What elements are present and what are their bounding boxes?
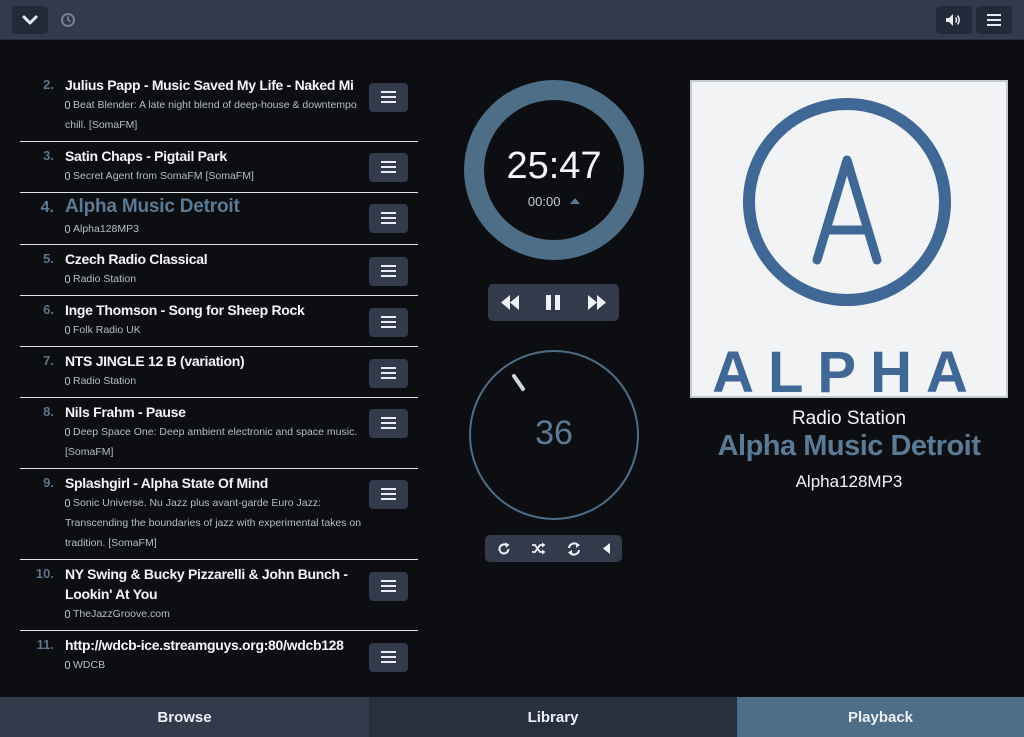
main-menu-button[interactable] xyxy=(976,6,1012,34)
microphone-icon xyxy=(65,225,70,233)
queue-item-number: 4. xyxy=(40,199,54,216)
queue-item-subtitle: Radio Station xyxy=(65,269,365,289)
repeat-icon[interactable] xyxy=(497,542,511,556)
queue-item-subtitle: Sonic Universe. Nu Jazz plus avant-garde… xyxy=(65,497,362,549)
tab-playback[interactable]: Playback xyxy=(737,697,1024,737)
queue-item-menu-button[interactable] xyxy=(369,643,408,672)
queue-item-subtitle: Folk Radio UK xyxy=(65,320,365,340)
queue-item-title: Julius Papp - Music Saved My Life - Nake… xyxy=(65,77,354,93)
queue-item-number: 5. xyxy=(43,251,54,266)
queue-item-title: Czech Radio Classical xyxy=(65,251,208,267)
speaker-icon xyxy=(946,14,960,26)
now-playing-title: Alpha Music Detroit xyxy=(717,430,981,462)
queue-item-number: 6. xyxy=(43,302,54,317)
fast-forward-icon[interactable] xyxy=(588,295,606,310)
queue-item-number: 7. xyxy=(43,353,54,368)
queue-item-title: Nils Frahm - Pause xyxy=(65,404,186,420)
now-playing-artist: Radio Station xyxy=(791,408,907,429)
top-bar xyxy=(0,0,1024,40)
caret-up-icon[interactable] xyxy=(570,197,581,205)
rewind-icon[interactable] xyxy=(501,295,519,310)
queue-item-subtitle: Radio Station xyxy=(65,371,365,391)
queue-item-menu-button[interactable] xyxy=(369,153,408,182)
tab-library[interactable]: Library xyxy=(369,697,737,737)
queue-item[interactable]: 11. http://wdcb-ice.streamguys.org:80/wd… xyxy=(20,631,418,682)
transport-controls xyxy=(488,284,619,321)
volume-level: 36 xyxy=(535,414,573,452)
queue-item-subtitle: Beat Blender: A late night blend of deep… xyxy=(65,99,357,131)
volume-button[interactable] xyxy=(936,6,972,34)
microphone-icon xyxy=(65,377,70,385)
queue-item-title: Splashgirl - Alpha State Of Mind xyxy=(65,475,269,491)
queue-item[interactable]: 7. NTS JINGLE 12 B (variation) Radio Sta… xyxy=(20,347,418,398)
queue-item[interactable]: 2. Julius Papp - Music Saved My Life - N… xyxy=(20,72,418,142)
queue-item[interactable]: 6. Inge Thomson - Song for Sheep Rock Fo… xyxy=(20,296,418,347)
queue-item-number: 10. xyxy=(35,566,54,581)
queue-item-title: Satin Chaps - Pigtail Park xyxy=(65,148,227,164)
microphone-icon xyxy=(65,172,70,180)
queue-item-menu-button[interactable] xyxy=(369,83,408,112)
shuffle-icon[interactable] xyxy=(531,542,546,555)
queue-item-menu-button[interactable] xyxy=(369,359,408,388)
queue-item-menu-button[interactable] xyxy=(369,204,408,233)
queue-item-subtitle: Secret Agent from SomaFM [SomaFM] xyxy=(65,166,365,186)
queue-item-menu-button[interactable] xyxy=(369,308,408,337)
microphone-icon xyxy=(65,499,70,507)
queue-item-menu-button[interactable] xyxy=(369,409,408,438)
queue-item[interactable]: 8. Nils Frahm - Pause Deep Space One: De… xyxy=(20,398,418,469)
alpha-logo: ALPHA xyxy=(712,98,982,405)
hamburger-icon xyxy=(987,14,1001,26)
chevron-down-icon xyxy=(22,15,38,25)
tab-browse[interactable]: Browse xyxy=(0,697,369,737)
microphone-icon xyxy=(65,101,70,109)
queue-item[interactable]: 5. Czech Radio Classical Radio Station xyxy=(20,245,418,296)
clock-icon xyxy=(61,13,75,27)
microphone-icon xyxy=(65,326,70,334)
collapse-button[interactable] xyxy=(12,6,48,34)
microphone-icon xyxy=(65,661,70,669)
triangle-left-icon[interactable] xyxy=(603,543,611,554)
album-art: ALPHA xyxy=(690,80,1008,405)
queue-item-menu-button[interactable] xyxy=(369,480,408,509)
elapsed-time: 25:47 xyxy=(506,145,602,187)
pause-icon[interactable] xyxy=(545,295,561,310)
queue-item-menu-button[interactable] xyxy=(369,257,408,286)
queue-item-title: NY Swing & Bucky Pizzarelli & John Bunch… xyxy=(65,566,348,602)
microphone-icon xyxy=(65,610,70,618)
microphone-icon xyxy=(65,275,70,283)
queue-item-title: Alpha Music Detroit xyxy=(65,196,240,217)
queue-item-number: 9. xyxy=(43,475,54,490)
total-time: 00:00 xyxy=(463,194,645,209)
now-playing-album: Alpha128MP3 xyxy=(795,472,903,491)
queue-item[interactable]: 9. Splashgirl - Alpha State Of Mind Soni… xyxy=(20,469,418,560)
history-button[interactable] xyxy=(60,12,76,28)
microphone-icon xyxy=(65,428,70,436)
queue-item-number: 3. xyxy=(43,148,54,163)
cycle-icon[interactable] xyxy=(567,542,581,556)
bottom-navigation: Browse Library Playback xyxy=(0,697,1024,737)
queue-item-title: Inge Thomson - Song for Sheep Rock xyxy=(65,302,305,318)
queue-item[interactable]: 10. NY Swing & Bucky Pizzarelli & John B… xyxy=(20,560,418,631)
queue-item-title: http://wdcb-ice.streamguys.org:80/wdcb12… xyxy=(65,637,344,653)
queue-item-subtitle: Alpha128MP3 xyxy=(65,219,365,239)
queue-item-subtitle: TheJazzGroove.com xyxy=(65,604,365,624)
queue-item-number: 2. xyxy=(43,77,54,92)
queue-item-title: NTS JINGLE 12 B (variation) xyxy=(65,353,245,369)
queue-item-number: 11. xyxy=(36,637,54,652)
queue-item-number: 8. xyxy=(43,404,54,419)
queue-item-menu-button[interactable] xyxy=(369,572,408,601)
queue-item-subtitle: WDCB xyxy=(65,655,365,675)
queue-item-current[interactable]: 4. Alpha Music Detroit Alpha128MP3 xyxy=(20,193,418,245)
queue-item-subtitle: Deep Space One: Deep ambient electronic … xyxy=(65,426,358,458)
queue-item[interactable]: 3. Satin Chaps - Pigtail Park Secret Age… xyxy=(20,142,418,193)
mode-controls xyxy=(485,535,622,562)
svg-text:ALPHA: ALPHA xyxy=(712,340,982,396)
queue-list: 2. Julius Papp - Music Saved My Life - N… xyxy=(20,72,418,682)
